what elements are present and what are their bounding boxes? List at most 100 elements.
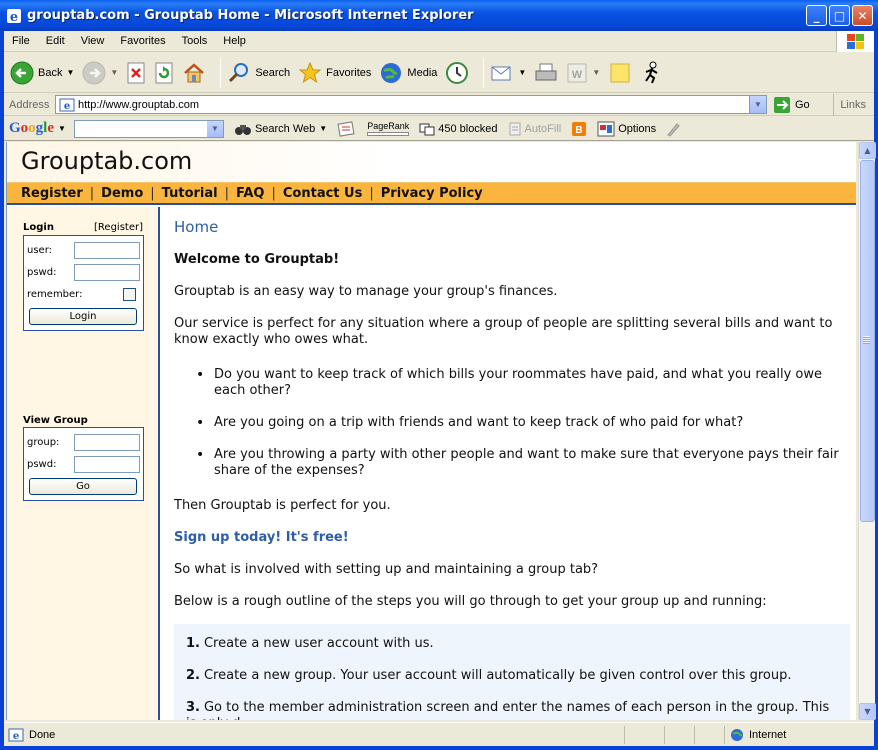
- back-button[interactable]: Back ▼: [10, 61, 74, 85]
- autofill-button[interactable]: AutoFill: [508, 121, 562, 137]
- scroll-grip: [863, 336, 870, 344]
- forward-arrow-icon: [82, 61, 106, 84]
- nav-privacy-policy[interactable]: Privacy Policy: [381, 186, 483, 201]
- site-title: Grouptab.com: [21, 147, 193, 175]
- site-nav: Register | Demo | Tutorial | FAQ | Contact U…: [7, 182, 856, 205]
- menu-file[interactable]: File: [4, 35, 38, 47]
- print-button[interactable]: [534, 61, 558, 85]
- view-group-panel: group: pswd: Go: [23, 427, 144, 501]
- note-button[interactable]: [608, 61, 632, 85]
- login-button[interactable]: Login: [29, 308, 137, 325]
- menu-edit[interactable]: Edit: [38, 35, 73, 47]
- view-group-title: View Group: [23, 415, 88, 426]
- search-dropdown-icon[interactable]: ▼: [206, 120, 223, 137]
- stop-button[interactable]: [126, 62, 146, 84]
- scroll-down-icon[interactable]: ▼: [859, 703, 876, 720]
- options-button[interactable]: Options: [597, 121, 656, 137]
- group-input[interactable]: [74, 433, 140, 451]
- signup-link[interactable]: Sign up today! It's free!: [174, 530, 349, 546]
- media-button[interactable]: Media: [379, 61, 437, 85]
- dropdown-arrow-icon[interactable]: ▼: [66, 68, 74, 77]
- dropdown-arrow-icon[interactable]: ▼: [110, 68, 118, 77]
- menu-favorites[interactable]: Favorites: [112, 35, 173, 47]
- google-search-input[interactable]: ▼: [73, 119, 224, 138]
- bullet-roommates: Do you want to keep track of which bills…: [196, 367, 850, 399]
- toolbar-separator: [483, 57, 485, 88]
- refresh-button[interactable]: [154, 62, 174, 84]
- back-label: Back: [38, 66, 63, 79]
- nav-register[interactable]: Register: [21, 186, 83, 201]
- pswd-label: pswd:: [27, 266, 57, 278]
- autofill-label: AutoFill: [524, 122, 562, 135]
- address-dropdown-icon[interactable]: ▼: [749, 96, 766, 113]
- scroll-up-icon[interactable]: ▲: [859, 142, 876, 159]
- home-button[interactable]: [182, 61, 206, 85]
- go-group-button[interactable]: Go: [29, 478, 137, 495]
- go-button[interactable]: Go: [773, 96, 810, 114]
- svg-text:e: e: [64, 101, 70, 112]
- favorites-button[interactable]: Favorites: [298, 61, 371, 85]
- svg-text:W: W: [572, 69, 583, 81]
- search-button[interactable]: Search: [227, 61, 290, 85]
- menu-tools[interactable]: Tools: [174, 35, 216, 47]
- minimize-button[interactable]: _: [806, 5, 827, 26]
- edit-button[interactable]: W ▼: [566, 62, 600, 84]
- popup-blocker-icon: [419, 123, 435, 135]
- outline-text: Below is a rough outline of the steps yo…: [174, 594, 767, 609]
- address-label: Address: [9, 98, 50, 111]
- menu-view[interactable]: View: [73, 35, 113, 47]
- bullet-party: Are you throwing a party with other peop…: [196, 447, 850, 479]
- nav-demo[interactable]: Demo: [101, 186, 143, 201]
- news-icon: [337, 120, 355, 137]
- word-icon: W: [567, 63, 587, 82]
- back-arrow-icon: [10, 61, 34, 84]
- svg-text:B: B: [576, 125, 583, 136]
- password-input[interactable]: [74, 263, 140, 281]
- mail-button[interactable]: ▼: [490, 61, 526, 85]
- messenger-button[interactable]: [640, 61, 664, 85]
- vertical-scrollbar[interactable]: ▲ ▼: [858, 142, 876, 720]
- pagerank-indicator[interactable]: PageRank: [367, 121, 409, 136]
- search-label: Search: [255, 66, 291, 79]
- step-3: 3. Go to the member administration screen…: [186, 700, 830, 720]
- status-done: e Done: [8, 728, 55, 742]
- dropdown-arrow-icon[interactable]: ▼: [518, 68, 526, 77]
- close-button[interactable]: ✕: [852, 5, 873, 26]
- maximize-button[interactable]: □: [829, 5, 850, 26]
- links-button[interactable]: Links: [833, 94, 874, 116]
- google-logo[interactable]: Google: [9, 120, 54, 137]
- remember-checkbox[interactable]: [123, 287, 136, 301]
- nav-contact-us[interactable]: Contact Us: [283, 186, 362, 201]
- nav-faq[interactable]: FAQ: [236, 186, 265, 201]
- nav-tutorial[interactable]: Tutorial: [162, 186, 218, 201]
- svg-text:e: e: [10, 10, 18, 24]
- search-web-button[interactable]: Search Web ▼: [234, 121, 327, 137]
- nav-separator: |: [369, 185, 374, 201]
- remember-label: remember:: [27, 288, 83, 300]
- nav-separator: |: [150, 185, 155, 201]
- news-button[interactable]: [337, 120, 355, 137]
- group-password-input[interactable]: [74, 455, 140, 473]
- history-button[interactable]: [445, 61, 469, 85]
- register-link[interactable]: [Register]: [94, 222, 143, 233]
- popup-blocker-button[interactable]: 450 blocked: [419, 121, 498, 137]
- user-input[interactable]: [74, 241, 140, 259]
- dropdown-arrow-icon[interactable]: ▼: [58, 124, 66, 133]
- status-divider: [664, 726, 665, 744]
- then-text: Then Grouptab is perfect for you.: [174, 498, 391, 513]
- forward-button[interactable]: ▼: [82, 61, 118, 85]
- pencil-icon: [667, 122, 680, 137]
- highlight-button[interactable]: [666, 121, 680, 137]
- toolbar-separator: [220, 57, 222, 88]
- page-done-icon: e: [8, 728, 24, 742]
- dropdown-arrow-icon[interactable]: ▼: [319, 124, 327, 133]
- address-input[interactable]: e http://www.grouptab.com ▼: [55, 95, 767, 114]
- blogger-button[interactable]: B: [571, 121, 587, 137]
- security-zone: Internet: [724, 726, 854, 744]
- involved-text: So what is involved with setting up and …: [174, 562, 599, 577]
- menu-help[interactable]: Help: [215, 35, 254, 47]
- search-web-label: Search Web: [254, 122, 316, 135]
- dropdown-arrow-icon[interactable]: ▼: [592, 68, 600, 77]
- mail-icon: [491, 66, 511, 80]
- menu-bar: File Edit View Favorites Tools Help: [4, 31, 874, 52]
